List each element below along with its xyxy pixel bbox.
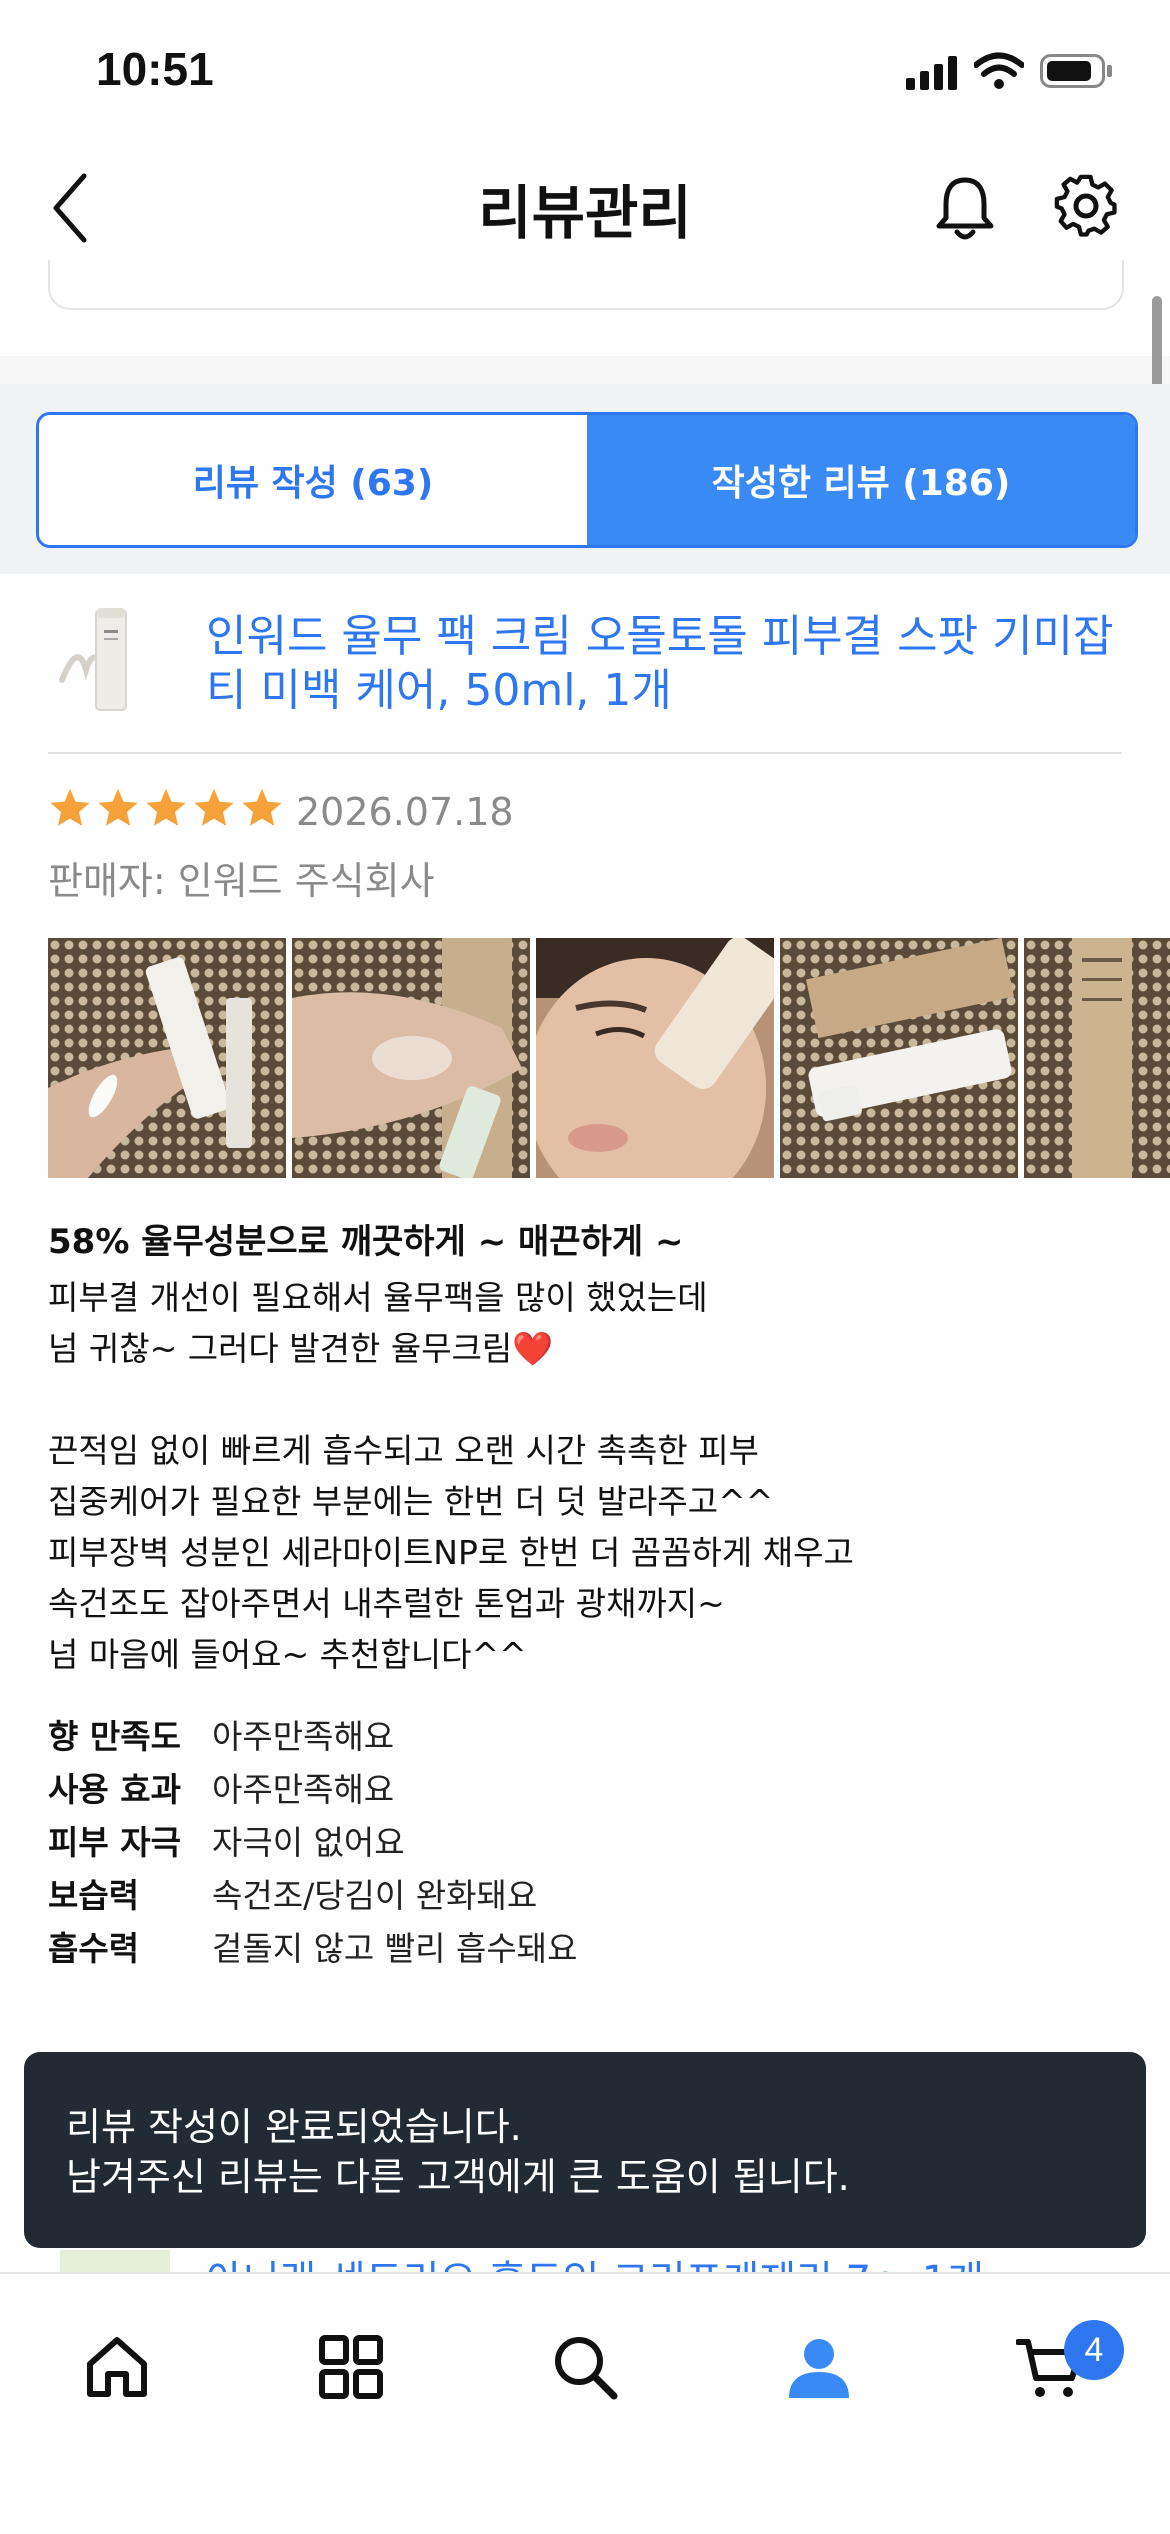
bell-icon[interactable] xyxy=(934,174,996,242)
attribute-label: 향 만족도 xyxy=(48,1717,181,1756)
category-grid-icon[interactable] xyxy=(316,2332,386,2402)
star-icon xyxy=(98,788,138,826)
attribute-row: 흡수력 겉돌지 않고 빨리 흡수돼요 xyxy=(48,1922,577,1975)
attribute-value: 자극이 없어요 xyxy=(212,1823,405,1862)
search-icon[interactable] xyxy=(550,2332,620,2402)
gear-icon[interactable] xyxy=(1054,174,1118,238)
attribute-row: 사용 효과 아주만족해요 xyxy=(48,1763,577,1816)
status-time: 10:51 xyxy=(96,43,214,95)
attribute-row: 피부 자극 자극이 없어요 xyxy=(48,1816,577,1869)
cart-badge: 4 xyxy=(1064,2320,1124,2380)
cellular-signal-icon xyxy=(906,56,957,90)
attribute-row: 향 만족도 아주만족해요 xyxy=(48,1710,577,1763)
my-account-icon[interactable] xyxy=(784,2332,854,2402)
review-body: 피부결 개선이 필요해서 율무팩을 많이 했었는데 넘 귀찮~ 그러다 발견한 … xyxy=(48,1278,854,1674)
next-product-name[interactable]: 아너랜 센트리오 흑도익 크리프케제리 7p, 1개 xyxy=(206,2248,984,2274)
toast-message: 리뷰 작성이 완료되었습니다. 남겨주신 리뷰는 다른 고객에게 큰 도움이 됩… xyxy=(24,2052,1146,2248)
toast-line-1: 리뷰 작성이 완료되었습니다. xyxy=(66,2105,522,2149)
tab-write-review[interactable]: 리뷰 작성 (63) xyxy=(39,415,587,545)
star-rating xyxy=(48,786,284,830)
bottom-nav: 4 xyxy=(0,2272,1170,2534)
review-photo[interactable] xyxy=(780,938,1018,1178)
review-tabs: 리뷰 작성 (63) 작성한 리뷰 (186) xyxy=(36,412,1138,548)
star-icon xyxy=(194,788,234,826)
review-photo[interactable] xyxy=(1024,938,1170,1178)
review-title: 58% 율무성분으로 깨끗하게 ~ 매끈하게 ~ xyxy=(48,1222,684,1262)
toast-line-2: 남겨주신 리뷰는 다른 고객에게 큰 도움이 됩니다. xyxy=(66,2155,850,2199)
review-photo[interactable] xyxy=(536,938,774,1178)
attribute-value: 속건조/당김이 완화돼요 xyxy=(212,1876,538,1915)
review-photo[interactable] xyxy=(48,938,286,1178)
attribute-label: 피부 자극 xyxy=(48,1823,181,1862)
attribute-value: 아주만족해요 xyxy=(212,1770,395,1809)
attribute-label: 사용 효과 xyxy=(48,1770,181,1809)
star-icon xyxy=(146,788,186,826)
attribute-value: 겉돌지 않고 빨리 흡수돼요 xyxy=(212,1929,578,1968)
previous-card-bottom xyxy=(48,260,1124,310)
product-name-link[interactable]: 인워드 율무 팩 크림 오돌토돌 피부결 스팟 기미잡티 미백 케어, 50ml… xyxy=(206,610,1126,718)
section-gap xyxy=(0,356,1170,384)
seller-name: 판매자: 인워드 주식회사 xyxy=(48,859,435,903)
attribute-label: 흡수력 xyxy=(48,1929,140,1968)
battery-icon xyxy=(1040,54,1112,88)
divider xyxy=(48,752,1122,754)
home-icon[interactable] xyxy=(82,2332,152,2402)
attribute-row: 보습력 속건조/당김이 완화돼요 xyxy=(48,1869,577,1922)
review-date: 2026.07.18 xyxy=(296,790,514,834)
tab-written-reviews[interactable]: 작성한 리뷰 (186) xyxy=(587,415,1135,545)
review-photo[interactable] xyxy=(292,938,530,1178)
review-attributes: 향 만족도 아주만족해요 사용 효과 아주만족해요 피부 자극 자극이 없어요 … xyxy=(48,1710,577,1975)
attribute-value: 아주만족해요 xyxy=(212,1717,395,1756)
product-thumbnail[interactable] xyxy=(48,600,168,720)
star-icon xyxy=(242,788,282,826)
next-product-thumbnail[interactable] xyxy=(60,2250,170,2272)
review-photos xyxy=(48,938,1170,1178)
attribute-label: 보습력 xyxy=(48,1876,140,1915)
wifi-icon xyxy=(974,52,1024,89)
star-icon xyxy=(50,788,90,826)
